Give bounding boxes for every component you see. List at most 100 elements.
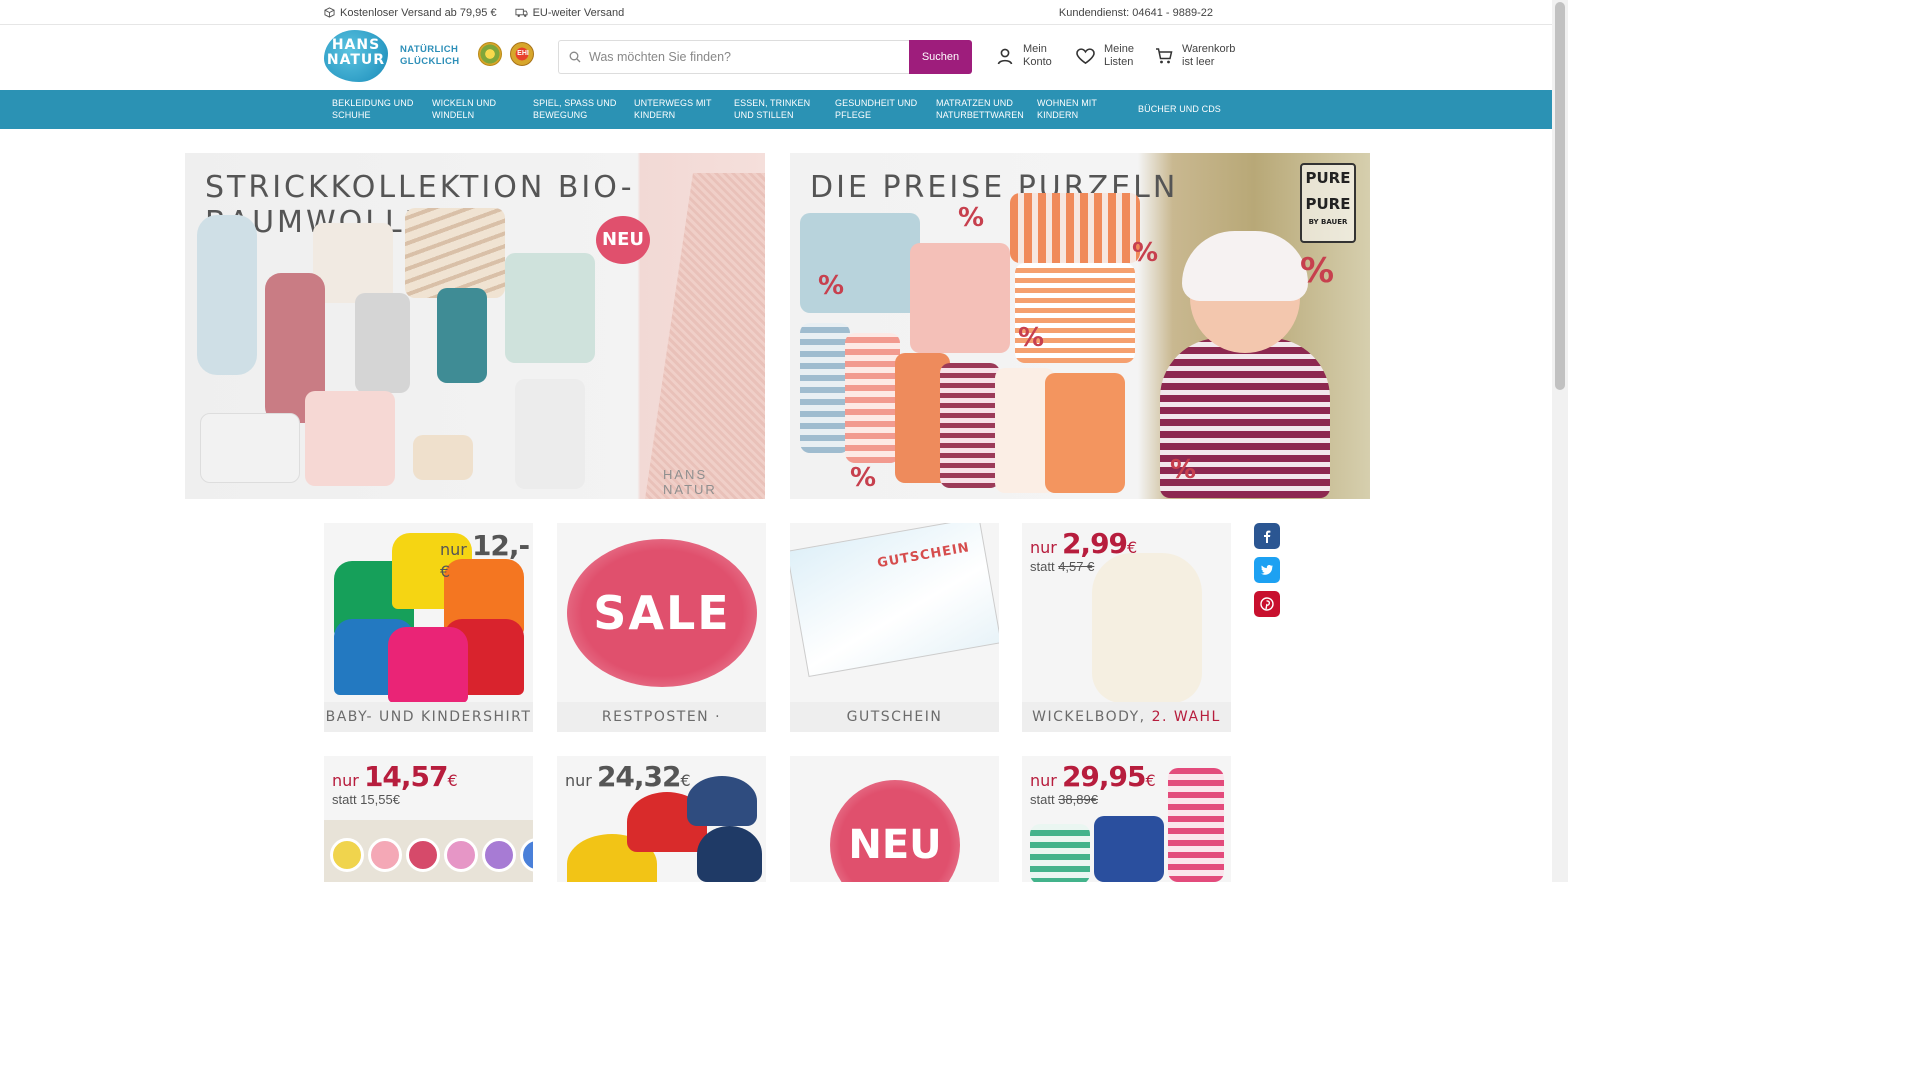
dungaree-hearts bbox=[1094, 816, 1164, 882]
tile-dungarees[interactable]: nur 29,95€ statt 38,89€ bbox=[1022, 756, 1231, 882]
old-price-value: 38,89€ bbox=[1058, 792, 1098, 807]
price-value: 29,95 bbox=[1061, 760, 1147, 793]
price-crayons: nur 14,57€ bbox=[332, 760, 458, 793]
garment-pink-shirt bbox=[910, 243, 1010, 353]
new-oval: NEU bbox=[830, 780, 960, 882]
percent-mark: % bbox=[850, 463, 877, 493]
ehi-seal-icon[interactable]: EHI bbox=[510, 42, 534, 66]
percent-mark: % bbox=[1170, 455, 1197, 485]
slogan: NATÜRLICH GLÜCKLICH bbox=[400, 44, 460, 68]
account-label-2: Konto bbox=[1023, 56, 1052, 68]
pinterest-share-button[interactable] bbox=[1254, 591, 1280, 617]
garment-cardigan bbox=[405, 208, 505, 298]
tile-sale[interactable]: SALE Restposten · Schnäppchen bbox=[557, 523, 766, 732]
price-currency: € bbox=[440, 562, 451, 581]
scrollbar-thumb[interactable] bbox=[1555, 2, 1565, 390]
hat-blue bbox=[697, 826, 762, 882]
nav-item-buecher[interactable]: Bücher und CDs bbox=[1138, 103, 1230, 115]
nav-item-bekleidung[interactable]: Bekleidung und Schuhe bbox=[332, 97, 424, 121]
dungaree-green bbox=[1030, 824, 1090, 882]
twitter-icon bbox=[1261, 565, 1273, 575]
caption-highlight: 2. Wahl bbox=[1151, 709, 1221, 725]
slogan-line-2: GLÜCKLICH bbox=[400, 56, 460, 67]
logo-text: HANS NATUR bbox=[326, 37, 386, 68]
scrollbar[interactable] bbox=[1552, 0, 1568, 882]
old-price-prefix: statt bbox=[1030, 559, 1055, 574]
eu-shipping-info: EU-weiter Versand bbox=[515, 7, 624, 19]
search-form: Suchen bbox=[558, 40, 972, 74]
lists-label-1: Meine bbox=[1104, 43, 1134, 55]
shirt-pink bbox=[388, 627, 468, 703]
lists-link[interactable]: Meine Listen bbox=[1076, 43, 1134, 69]
baby-hat bbox=[1182, 231, 1308, 301]
banner-watermark: HANS NATUR bbox=[663, 467, 717, 497]
box-icon bbox=[324, 7, 335, 18]
nav-item-wickeln[interactable]: Wickeln und Windeln bbox=[432, 97, 524, 121]
tile-wrap-body[interactable]: nur 2,99€ statt 4,57 € Wickelbody, 2. Wa… bbox=[1022, 523, 1231, 732]
garment-pants-coral bbox=[1045, 373, 1125, 493]
price-value: 12,- bbox=[471, 529, 530, 562]
nav-item-wohnen[interactable]: Wohnen mit Kindern bbox=[1037, 97, 1129, 121]
garment-blanket bbox=[200, 413, 300, 483]
customer-service-text: Kundendienst: 04641 - 9889-22 bbox=[1058, 6, 1213, 19]
search-input[interactable] bbox=[589, 50, 889, 64]
account-label-1: Mein bbox=[1023, 43, 1047, 55]
search-button[interactable]: Suchen bbox=[909, 40, 972, 74]
bowl-yellow bbox=[330, 838, 364, 872]
garment-romper bbox=[197, 215, 257, 375]
voucher-label: GUTSCHEIN bbox=[876, 540, 971, 572]
tile-new[interactable]: NEU bbox=[790, 756, 999, 882]
price-wrap-body: nur 2,99€ bbox=[1030, 527, 1137, 560]
tile-voucher[interactable]: GUTSCHEIN Gutschein bbox=[790, 523, 999, 732]
search-box bbox=[558, 40, 909, 74]
old-price-prefix: statt bbox=[1030, 792, 1055, 807]
garment-pants-teal bbox=[437, 288, 487, 383]
tile-sun-hats[interactable]: nur 24,32€ bbox=[557, 756, 766, 882]
free-shipping-info: Kostenloser Versand ab 79,95 € bbox=[324, 7, 497, 19]
tile-caption: Gutschein bbox=[790, 702, 999, 732]
cart-icon bbox=[1156, 48, 1173, 64]
price-currency: € bbox=[680, 771, 691, 790]
garment-sweater bbox=[313, 223, 393, 303]
slogan-line-1: NATÜRLICH bbox=[400, 44, 459, 55]
price-currency: € bbox=[1145, 771, 1156, 790]
caption-text: Wickelbody, bbox=[1032, 709, 1146, 725]
banner-knit-collection[interactable]: Strickkollektion Bio-Baumwolle NEU HANS … bbox=[185, 153, 765, 499]
brand-sub: BY BAUER bbox=[1308, 218, 1348, 226]
account-link[interactable]: Mein Konto bbox=[996, 43, 1052, 69]
bowl-purple bbox=[482, 838, 516, 872]
garment-wrap-body bbox=[1092, 553, 1202, 703]
customer-service[interactable]: Kundendienst: 04641 - 9889-22 bbox=[1059, 7, 1213, 19]
tile-crayons[interactable]: nur 14,57€ statt 15,55€ bbox=[324, 756, 533, 882]
site-header: HANS NATUR NATÜRLICH GLÜCKLICH EHI Suche… bbox=[0, 25, 1552, 90]
price-kids-shirt: nur 12,- € bbox=[440, 529, 533, 581]
garment-sleeping-bag bbox=[515, 379, 585, 489]
cart-label-2: ist leer bbox=[1182, 56, 1215, 68]
garment-bibs bbox=[1010, 193, 1140, 263]
tile-caption: Wickelbody, 2. Wahl bbox=[1022, 702, 1231, 732]
price-prefix: nur bbox=[332, 771, 359, 790]
banner-price-drop[interactable]: Die Preise purzeln PURE PURE BY BAUER % %… bbox=[790, 153, 1370, 499]
facebook-share-button[interactable] bbox=[1254, 523, 1280, 549]
cart-link[interactable]: Warenkorb ist leer bbox=[1155, 43, 1235, 69]
nav-item-unterwegs[interactable]: Unterwegs mit Kindern bbox=[634, 97, 726, 121]
price-dungarees: nur 29,95€ bbox=[1030, 760, 1156, 793]
nav-item-spiel[interactable]: Spiel, Spass und Bewegung bbox=[533, 97, 625, 121]
paint-bowls bbox=[324, 820, 533, 882]
percent-mark: % bbox=[818, 271, 845, 301]
free-shipping-text: Kostenloser Versand ab 79,95 € bbox=[340, 6, 497, 19]
logo[interactable]: HANS NATUR bbox=[324, 30, 388, 82]
old-price: statt 4,57 € bbox=[1030, 559, 1094, 574]
bowl-blue bbox=[520, 838, 533, 872]
nav-item-essen[interactable]: Essen, Trinken und Stillen bbox=[734, 97, 826, 121]
nav-item-gesundheit[interactable]: Gesundheit und Pflege bbox=[835, 97, 927, 121]
nav-item-matratzen[interactable]: Matratzen und Naturbettwaren bbox=[936, 97, 1028, 121]
tile-kids-shirt[interactable]: nur 12,- € Baby- und Kindershirt bbox=[324, 523, 533, 732]
twitter-share-button[interactable] bbox=[1254, 557, 1280, 583]
quality-seal-icon[interactable] bbox=[478, 42, 502, 66]
old-price-value: 4,57 € bbox=[1058, 559, 1095, 574]
price-prefix: nur bbox=[440, 540, 467, 559]
price-sun-hats: nur 24,32€ bbox=[565, 760, 691, 793]
pinterest-icon bbox=[1260, 597, 1274, 611]
brand-logo-pure-pure: PURE PURE BY BAUER bbox=[1300, 163, 1356, 243]
